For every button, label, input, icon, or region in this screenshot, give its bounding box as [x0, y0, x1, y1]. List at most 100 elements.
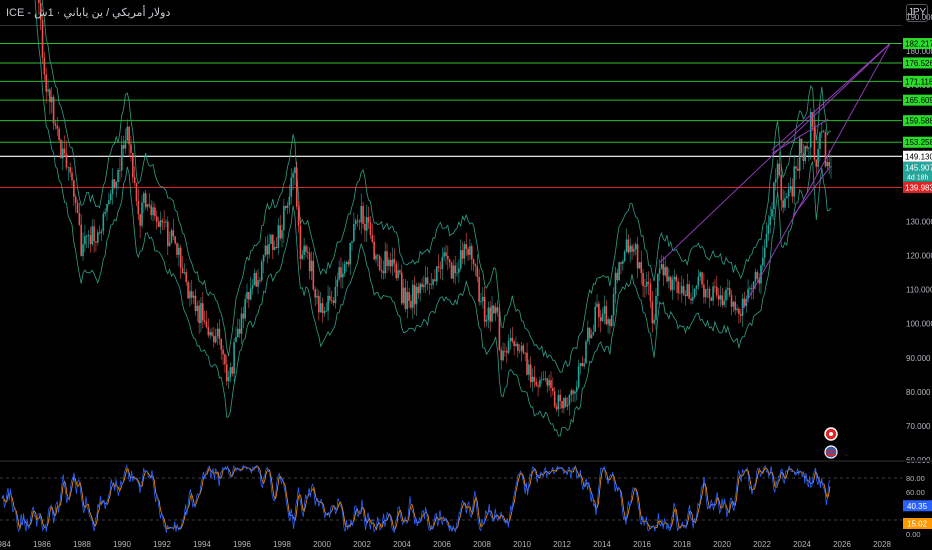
candle-body — [539, 379, 541, 387]
candle-body — [487, 307, 490, 320]
candle-body — [505, 351, 508, 353]
candle-body — [225, 364, 228, 382]
currency-button[interactable]: JPY — [906, 4, 928, 22]
candle-body — [647, 281, 650, 284]
candle-body — [248, 291, 250, 300]
candle-body — [445, 252, 447, 257]
candle-body — [467, 248, 469, 255]
candle-body — [769, 216, 772, 226]
candle-body — [502, 350, 504, 361]
candle-body — [334, 286, 337, 304]
candle-body — [540, 379, 543, 381]
candle-body — [397, 270, 399, 279]
candle-body — [190, 291, 193, 298]
candle-body — [666, 267, 668, 282]
candle-body — [695, 285, 698, 289]
candle-body — [227, 377, 230, 382]
candle-body — [85, 235, 88, 237]
candle-body — [714, 286, 716, 288]
candle-body — [238, 328, 241, 334]
candle-body — [507, 341, 510, 353]
candle-body — [688, 284, 690, 299]
chart-canvas[interactable]: 60.00070.00080.00090.000100.000110.00012… — [0, 0, 932, 550]
candle-body — [754, 272, 757, 282]
candle-body — [178, 247, 180, 255]
time-tick-label: 1994 — [193, 540, 211, 549]
candle-body — [601, 313, 604, 321]
candle-body — [305, 245, 307, 252]
candle-body — [815, 159, 818, 167]
candle-body — [338, 267, 340, 280]
candle-body — [242, 313, 245, 319]
candle-body — [668, 276, 670, 282]
candle-body — [213, 335, 215, 343]
candle-body — [111, 179, 114, 195]
candle-body — [117, 170, 119, 182]
candle-body — [443, 252, 445, 257]
candle-body — [301, 254, 304, 259]
candle-body — [773, 182, 775, 210]
candle-body — [161, 220, 164, 222]
candle-body — [395, 263, 398, 279]
candle-body — [496, 307, 499, 312]
candle-body — [804, 145, 807, 162]
candle-body — [389, 259, 392, 267]
candle-body — [798, 138, 801, 171]
candle-body — [725, 289, 727, 301]
candle-body — [45, 74, 48, 92]
candle-body — [56, 125, 59, 129]
candle-body — [441, 256, 444, 269]
candle-body — [179, 247, 182, 268]
candle-body — [642, 272, 644, 287]
candle-body — [806, 145, 808, 149]
candle-body — [644, 286, 646, 287]
price-tick-label: 70.000 — [906, 422, 931, 431]
candle-body — [362, 206, 364, 225]
candle-body — [231, 367, 234, 374]
candle-body — [168, 242, 171, 246]
time-tick-label: 2004 — [393, 540, 411, 549]
candle-body — [728, 288, 731, 296]
candle-body — [797, 168, 799, 171]
candle-body — [406, 292, 409, 310]
candle-body — [152, 207, 154, 216]
candle-body — [76, 202, 79, 214]
candle-body — [645, 281, 648, 287]
candle-body — [388, 259, 390, 266]
candle-body — [137, 201, 140, 215]
candle-body — [325, 310, 328, 312]
candle-body — [281, 230, 283, 239]
price-tick-label: 100.000 — [906, 320, 932, 329]
candle-body — [183, 272, 186, 273]
candle-body — [470, 246, 473, 260]
candle-body — [200, 303, 202, 324]
candle-body — [763, 247, 766, 258]
candle-body — [283, 206, 285, 231]
candle-body — [485, 319, 488, 322]
candle-body — [259, 280, 261, 282]
candle-body — [196, 305, 199, 312]
candle-body — [229, 367, 232, 378]
level-label-resistance: 159.588 — [905, 117, 932, 126]
candle-body — [750, 288, 753, 290]
candle-body — [82, 244, 84, 256]
candle-body — [701, 272, 703, 285]
candle-body — [439, 267, 442, 269]
candle-body — [415, 286, 418, 305]
candle-body — [340, 267, 342, 278]
candle-body — [67, 167, 70, 169]
candle-body — [684, 294, 687, 297]
candle-body — [435, 266, 438, 282]
price-tick-label: 90.000 — [906, 354, 931, 363]
candle-body — [623, 251, 626, 261]
level-label-resistance: 153.258 — [905, 138, 932, 147]
candle-body — [347, 262, 350, 265]
candle-body — [459, 250, 462, 269]
candle-body — [555, 406, 558, 410]
candle-body — [599, 317, 602, 321]
candle-body — [513, 341, 515, 346]
candle-body — [583, 363, 585, 367]
candle-body — [739, 313, 742, 316]
candle-body — [307, 251, 309, 253]
candle-body — [504, 350, 506, 352]
